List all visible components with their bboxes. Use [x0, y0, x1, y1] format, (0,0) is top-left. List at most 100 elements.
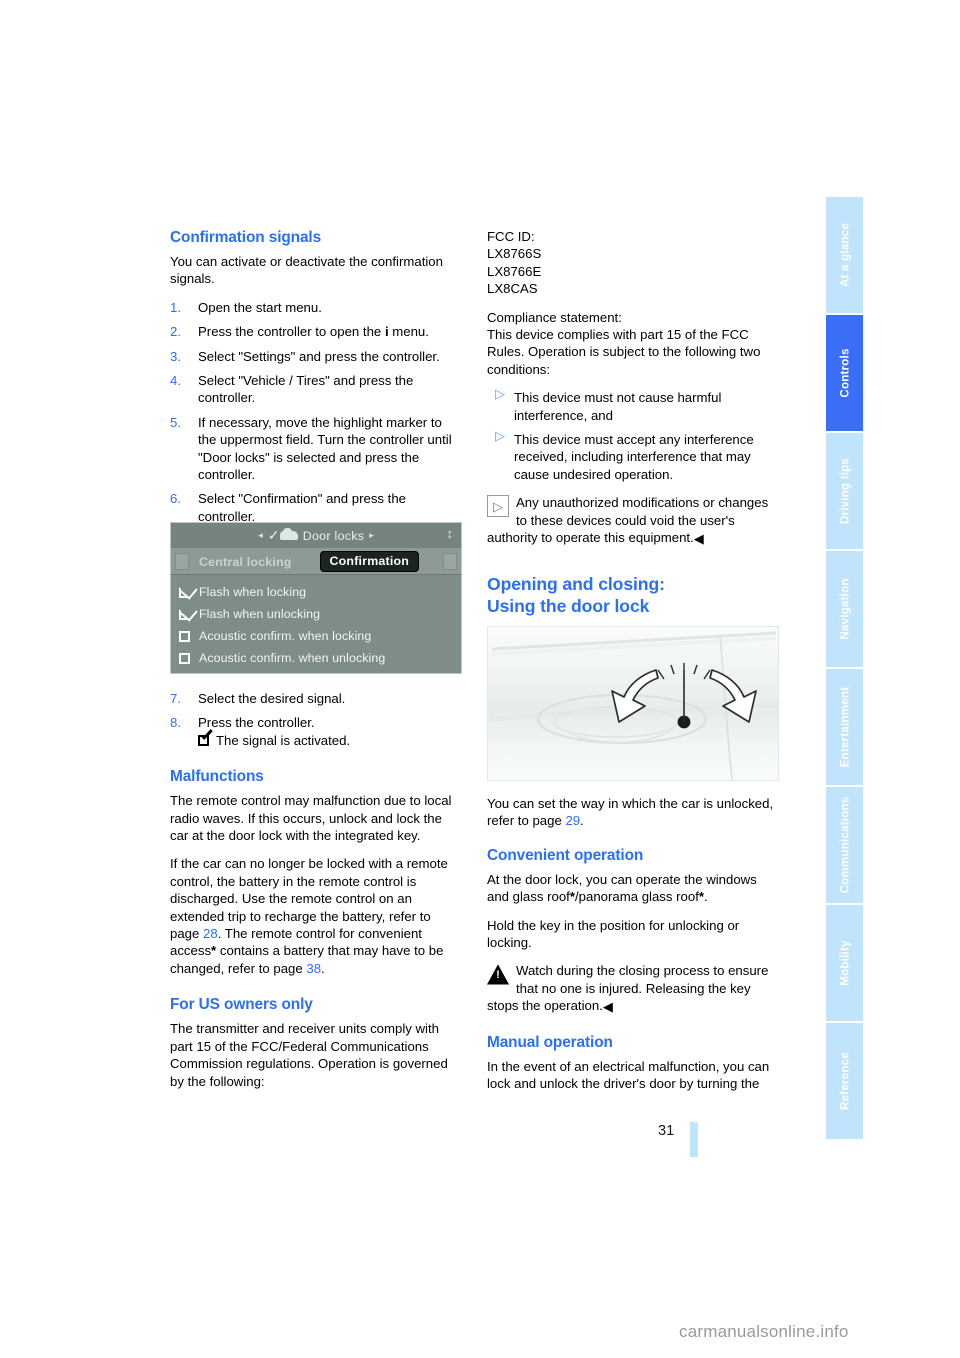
after-figure-text-b: . — [580, 813, 584, 829]
left-column-lower: 7. Select the desired signal. 8. Press t… — [170, 690, 462, 1101]
checkmark-box-icon — [198, 734, 213, 747]
warning-closing-process: ! Watch during the closing process to en… — [487, 962, 779, 1014]
checkbox-checked-icon — [179, 608, 190, 620]
step-text: Open the start menu. — [198, 299, 322, 315]
idrive-option-row[interactable]: Acoustic confirm. when locking — [179, 625, 461, 647]
step-number: 1. — [170, 299, 181, 315]
compliance-text: This device complies with part 15 of the… — [487, 327, 761, 377]
condition-text: This device must not cause harmful inter… — [514, 390, 722, 423]
step-number: 2. — [170, 324, 181, 340]
step-item: 1. Open the start menu. — [170, 299, 462, 316]
paragraph-after-figure: You can set the way in which the car is … — [487, 795, 779, 830]
checkbox-unchecked-icon — [179, 630, 190, 642]
checkbox-checked-icon — [179, 586, 190, 598]
steps-list-1: 1. Open the start menu. 2. Press the con… — [170, 299, 462, 525]
door-lock-figure — [487, 626, 779, 781]
sidebar-item-mobility[interactable]: Mobility — [826, 905, 863, 1021]
idrive-option-label: Flash when locking — [199, 585, 307, 599]
condition-item: This device must accept any interference… — [487, 429, 779, 483]
sidebar-item-controls[interactable]: Controls — [826, 315, 863, 431]
idrive-option-list: Flash when locking Flash when unlocking … — [171, 575, 461, 669]
tab-edge-right — [443, 553, 457, 570]
convenient-text-c: . — [704, 889, 708, 905]
step-text: Select "Settings" and press the controll… — [198, 348, 440, 364]
page-reference-29[interactable]: 29 — [565, 813, 580, 828]
sidebar-item-driving-tips[interactable]: Driving tips — [826, 433, 863, 549]
step-item: 5. If necessary, move the highlight mark… — [170, 414, 462, 484]
sidebar-item-label: Communications — [838, 796, 851, 894]
sidebar-item-reference[interactable]: Reference — [826, 1023, 863, 1139]
tab-edge-left — [175, 553, 189, 570]
note-text: Any unauthorized modifications or change… — [487, 495, 769, 546]
step-text: Select the desired signal. — [198, 691, 346, 706]
car-check-icon: ✓ — [268, 528, 298, 542]
paragraph-convenient-2: Hold the key in the position for unlocki… — [487, 917, 740, 951]
step-text: If necessary, move the highlight marker … — [198, 414, 452, 483]
sidebar-item-label: Mobility — [838, 940, 851, 986]
idrive-option-label: Acoustic confirm. when locking — [199, 629, 372, 643]
condition-item: This device must not cause harmful inter… — [487, 387, 779, 424]
triangle-bullet-icon — [489, 387, 505, 401]
note-unauthorized-modifications: ▷ Any unauthorized modifications or chan… — [487, 494, 779, 546]
manual-page: Confirmation signals You can activate or… — [0, 0, 960, 1358]
door-lock-illustration — [488, 627, 778, 780]
right-column-upper: FCC ID: LX8766S LX8766E LX8CAS Complianc… — [487, 228, 779, 623]
heading-line-1: Opening and closing: — [487, 573, 665, 594]
chevron-left-icon: ◂ — [258, 530, 263, 540]
idrive-title: Door locks — [302, 528, 365, 543]
step-number: 5. — [170, 414, 181, 430]
page-reference-38[interactable]: 38 — [306, 961, 321, 976]
paragraph-convenient-1: At the door lock, you can operate the wi… — [487, 871, 779, 906]
paragraph-malfunction-1: The remote control may malfunction due t… — [170, 793, 452, 844]
step-number: 3. — [170, 348, 181, 364]
checkbox-unchecked-icon — [179, 652, 190, 664]
paragraph-manual-operation: In the event of an electrical malfunctio… — [487, 1058, 770, 1092]
sidebar-item-label: Entertainment — [838, 686, 851, 768]
site-watermark: carmanualsonline.info — [679, 1322, 849, 1341]
warning-text: Watch during the closing process to ensu… — [487, 963, 769, 1014]
step-subtext: The signal is activated. — [216, 732, 351, 748]
note-end-marker: ◀ — [693, 531, 704, 547]
sidebar-item-label: Driving tips — [838, 457, 851, 525]
idrive-tab-confirmation[interactable]: Confirmation — [319, 551, 420, 572]
warning-triangle-icon: ! — [487, 964, 509, 985]
step-text: Select "Vehicle / Tires" and press the c… — [198, 373, 414, 406]
idrive-tab-bar: Central locking Confirmation — [171, 549, 461, 575]
sidebar-item-communications[interactable]: Communications — [826, 787, 863, 903]
convenient-text-b: /panorama glass roof — [574, 889, 699, 905]
step-text-after: menu. — [388, 324, 429, 340]
fcc-id-label: FCC ID: — [487, 229, 535, 244]
after-figure-text-a: You can set the way in which the car is … — [487, 796, 774, 829]
page-number-bar — [690, 1122, 698, 1157]
page-number: 31 — [658, 1123, 675, 1139]
idrive-header: ◂ ✓ Door locks ▸ ↕ — [171, 523, 461, 549]
warning-end-marker: ◀ — [602, 999, 613, 1015]
fcc-conditions-list: This device must not cause harmful inter… — [487, 387, 779, 483]
heading-us-owners: For US owners only — [170, 996, 313, 1014]
page-reference-28[interactable]: 28 — [203, 926, 218, 941]
step-item: 3. Select "Settings" and press the contr… — [170, 348, 462, 365]
fcc-id-1: LX8766S — [487, 246, 542, 262]
sidebar-item-label: Controls — [838, 348, 851, 398]
triangle-bullet-icon — [489, 429, 505, 443]
step-text: Select "Confirmation" and press the cont… — [198, 491, 407, 524]
chapter-sidebar: At a glance Controls Driving tips Naviga… — [826, 197, 863, 1141]
sidebar-item-navigation[interactable]: Navigation — [826, 551, 863, 667]
step-number: 6. — [170, 491, 181, 507]
idrive-option-row[interactable]: Flash when locking — [179, 581, 461, 603]
paragraph-confirmation-intro: You can activate or deactivate the confi… — [170, 254, 443, 287]
idrive-option-row[interactable]: Acoustic confirm. when unlocking — [179, 647, 461, 669]
idrive-option-row[interactable]: Flash when unlocking — [179, 603, 461, 625]
sidebar-item-label: Navigation — [838, 578, 851, 640]
sidebar-item-entertainment[interactable]: Entertainment — [826, 669, 863, 785]
heading-convenient-operation: Convenient operation — [487, 846, 644, 864]
sidebar-item-at-a-glance[interactable]: At a glance — [826, 197, 863, 313]
note-triangle-icon: ▷ — [487, 495, 509, 518]
heading-manual-operation: Manual operation — [487, 1033, 613, 1051]
step-item: 7. Select the desired signal. — [170, 690, 462, 707]
compliance-label: Compliance statement: — [487, 309, 622, 325]
idrive-option-label: Flash when unlocking — [199, 607, 321, 621]
idrive-tab-central-locking[interactable]: Central locking — [189, 555, 302, 569]
step-text: Press the controller. — [198, 715, 315, 731]
step-item: 8. Press the controller. The signal is a… — [170, 714, 462, 749]
